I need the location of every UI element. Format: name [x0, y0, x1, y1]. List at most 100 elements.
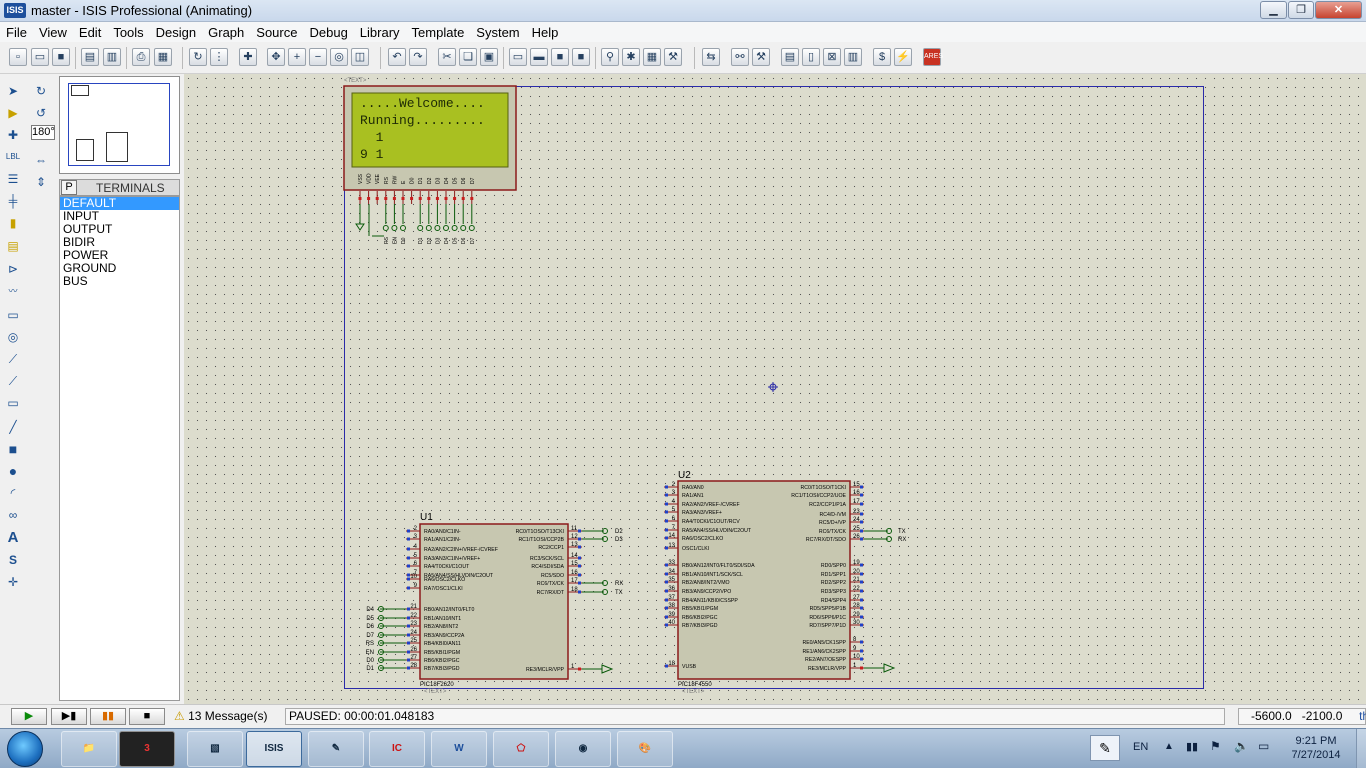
block-copy-icon[interactable]: ▭ — [509, 48, 527, 66]
mirror-x-icon[interactable]: ⇔ — [32, 151, 50, 169]
terminal-circle[interactable] — [425, 225, 432, 231]
terminals-mode-icon[interactable]: ▤ — [4, 237, 22, 255]
packaging-tool-icon[interactable]: ▦ — [643, 48, 661, 66]
property-assignment-icon[interactable]: ⚒ — [752, 48, 770, 66]
menu-system[interactable]: System — [470, 22, 525, 42]
terminal-circle[interactable] — [468, 225, 475, 231]
lcd-module[interactable]: .....Welcome.... Running......... 1 9 1 … — [343, 85, 517, 244]
power-icon[interactable]: ▭ — [1258, 739, 1269, 753]
power-terminal[interactable] — [601, 664, 614, 674]
terminal-circle[interactable] — [443, 225, 449, 231]
circle-tool-icon[interactable]: ● — [4, 462, 22, 480]
menu-library[interactable]: Library — [354, 22, 406, 42]
messages-indicator[interactable]: ⚠ 13 Message(s) — [174, 709, 267, 723]
export-icon[interactable]: ▥ — [103, 48, 121, 66]
terminal-circle[interactable] — [382, 225, 389, 231]
make-device-icon[interactable]: ✱ — [622, 48, 640, 66]
junction-dot-icon[interactable]: ✚ — [4, 126, 22, 144]
terminal-circle[interactable] — [400, 225, 406, 231]
network-icon[interactable]: ▮▮ — [1186, 740, 1198, 753]
show-hidden-icons-icon[interactable]: ▲ — [1164, 741, 1174, 752]
schematic-canvas[interactable]: <TEXT> .....Welcome.... Running.........… — [184, 74, 1366, 704]
pick-button[interactable]: P — [61, 180, 77, 195]
zoom-area-icon[interactable]: ◫ — [351, 48, 369, 66]
stop-button[interactable]: ■ — [129, 708, 165, 725]
show-desktop-button[interactable] — [1356, 729, 1366, 768]
terminal-circle[interactable] — [460, 225, 467, 231]
clock[interactable]: 9:21 PM 7/27/2014 — [1283, 734, 1349, 762]
decompose-icon[interactable]: ⚒ — [664, 48, 682, 66]
schematic-drawing[interactable]: <TEXT> .....Welcome.... Running.........… — [184, 74, 1366, 704]
graph-mode-icon[interactable]: 〰 — [4, 282, 22, 300]
bus-icon[interactable]: ╪ — [4, 192, 22, 210]
volume-icon[interactable]: 🔈 — [1234, 739, 1249, 753]
copy-icon[interactable]: ❏ — [459, 48, 477, 66]
terminal-circle[interactable] — [391, 225, 398, 231]
box-tool-icon[interactable]: ■ — [4, 440, 22, 458]
device-pins-icon[interactable]: ⊳ — [4, 260, 22, 278]
wire-label-icon[interactable]: LBL — [4, 148, 22, 166]
minimize-button[interactable]: ▁ — [1260, 1, 1287, 19]
text-tool-icon[interactable]: A — [4, 529, 22, 547]
mirror-y-icon[interactable]: ⇕ — [32, 173, 50, 191]
taskbar-word-icon[interactable]: W — [431, 731, 487, 767]
taskbar-pdf-icon[interactable]: ⬠ — [493, 731, 549, 767]
virtual-instruments-icon[interactable]: ▭ — [4, 394, 22, 412]
terminal-circle[interactable] — [434, 225, 441, 231]
taskbar-display-icon[interactable]: 3 — [119, 731, 175, 767]
block-move-icon[interactable]: ▬ — [530, 48, 548, 66]
wire-autorouter-icon[interactable]: ⇆ — [702, 48, 720, 66]
print-icon[interactable]: ⎙ — [132, 48, 150, 66]
taskbar-explorer-icon[interactable]: 📁 — [61, 731, 117, 767]
start-button[interactable] — [7, 731, 43, 767]
exit-to-parent-icon[interactable]: ⊠ — [823, 48, 841, 66]
redo-icon[interactable]: ↷ — [409, 48, 427, 66]
menu-view[interactable]: View — [33, 22, 73, 42]
zoom-in-icon[interactable]: + — [288, 48, 306, 66]
power-terminal[interactable] — [883, 663, 896, 673]
pan-icon[interactable]: ✥ — [267, 48, 285, 66]
import-icon[interactable]: ▤ — [81, 48, 99, 66]
voltage-probe-icon[interactable]: ⟋ — [4, 350, 22, 368]
taskbar-isis-icon[interactable]: ISIS — [246, 731, 302, 767]
menu-tools[interactable]: Tools — [107, 22, 149, 42]
remove-sheet-icon[interactable]: ▯ — [802, 48, 820, 66]
maximize-button[interactable]: ❐ — [1288, 1, 1314, 19]
print-area-icon[interactable]: ▦ — [154, 48, 172, 66]
close-button[interactable]: ✕ — [1315, 1, 1362, 19]
component-mode-icon[interactable]: ▶ — [4, 104, 22, 122]
netlist-icon[interactable]: ⚡ — [894, 48, 912, 66]
redraw-icon[interactable]: ↻ — [189, 48, 207, 66]
open-file-icon[interactable]: ▭ — [31, 48, 49, 66]
zoom-out-icon[interactable]: − — [309, 48, 327, 66]
subcircuit-icon[interactable]: ▮ — [4, 214, 22, 232]
menu-file[interactable]: File — [0, 22, 33, 42]
taskbar-ic-icon[interactable]: IC — [369, 731, 425, 767]
terminal-circle[interactable] — [451, 225, 458, 231]
overview-window[interactable] — [59, 76, 180, 174]
generator-mode-icon[interactable]: ◎ — [4, 328, 22, 346]
pick-device-icon[interactable]: ⚲ — [601, 48, 619, 66]
taskbar-paint-icon[interactable]: 🎨 — [617, 731, 673, 767]
line-tool-icon[interactable]: ╱ — [4, 418, 22, 436]
rotate-anticlockwise-icon[interactable]: ↺ — [32, 104, 50, 122]
rotate-clockwise-icon[interactable]: ↻ — [32, 82, 50, 100]
menu-source[interactable]: Source — [250, 22, 303, 42]
menu-debug[interactable]: Debug — [303, 22, 353, 42]
terminal-circle[interactable] — [417, 225, 424, 231]
cut-icon[interactable]: ✂ — [438, 48, 456, 66]
marker-tool-icon[interactable]: ✛ — [4, 573, 22, 591]
u1-chip[interactable]: U1 PIC18F2620 <TEXT> 2 RA0/AN0/C1IN-3 RA1/… — [366, 512, 624, 695]
new-file-icon[interactable]: ▫ — [9, 48, 27, 66]
menu-template[interactable]: Template — [406, 22, 471, 42]
terminal-item-bus[interactable]: BUS — [60, 275, 179, 288]
menu-edit[interactable]: Edit — [73, 22, 107, 42]
grid-icon[interactable]: ⋮ — [210, 48, 228, 66]
search-tag-icon[interactable]: ⚯ — [731, 48, 749, 66]
paste-icon[interactable]: ▣ — [480, 48, 498, 66]
save-icon[interactable]: ■ — [52, 48, 70, 66]
taskbar-chrome-icon[interactable]: ◉ — [555, 731, 611, 767]
text-script-icon[interactable]: ☰ — [4, 170, 22, 188]
arc-tool-icon[interactable]: ◜ — [4, 484, 22, 502]
block-rotate-icon[interactable]: ■ — [551, 48, 569, 66]
